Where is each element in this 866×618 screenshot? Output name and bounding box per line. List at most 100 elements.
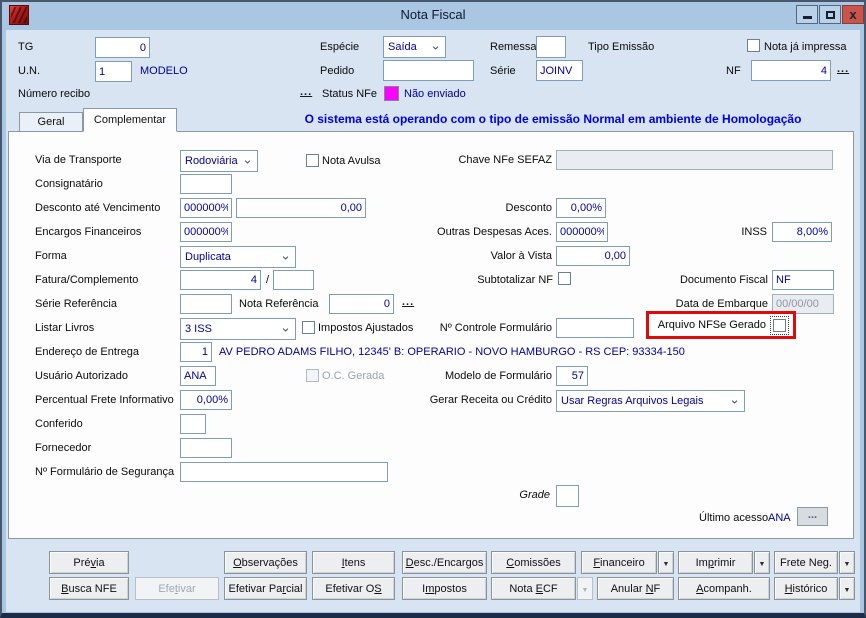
tg-label: TG <box>18 41 33 53</box>
nota-ja-impressa-checkbox[interactable] <box>747 39 760 52</box>
desconto-field[interactable] <box>556 198 606 218</box>
percentual-frete-field[interactable] <box>180 390 232 410</box>
busca-nfe-button[interactable]: Busca NFE <box>49 577 129 600</box>
valor-vista-field[interactable] <box>556 246 630 266</box>
chevron-down-icon: ⌄ <box>729 392 740 408</box>
forma-dropdown[interactable]: Duplicata ⌄ <box>180 246 296 268</box>
status-nfe-label: Status NFe <box>322 88 377 100</box>
frete-neg-dropdown-arrow[interactable]: ▼ <box>839 551 855 574</box>
impostos-ajustados-label: Impostos Ajustados <box>318 322 413 334</box>
nota-avulsa-label: Nota Avulsa <box>322 155 381 167</box>
consignatario-field[interactable] <box>180 174 232 194</box>
nf-field[interactable] <box>751 60 831 81</box>
inss-label: INSS <box>735 226 767 238</box>
conferido-field[interactable] <box>180 414 206 434</box>
especie-value: Saída <box>388 41 417 53</box>
desc-encargos-button[interactable]: Desc./Encargos <box>402 551 487 574</box>
subtotalizar-checkbox[interactable] <box>558 272 571 285</box>
inss-field[interactable] <box>772 222 832 242</box>
usuario-autorizado-field[interactable] <box>180 366 216 386</box>
arquivo-nfse-checkbox[interactable] <box>773 319 786 332</box>
especie-dropdown[interactable]: Saída ⌄ <box>383 36 446 58</box>
chevron-down-icon: ⌄ <box>280 320 291 336</box>
numero-recibo-lookup-link[interactable]: ... <box>300 87 312 98</box>
imprimir-button[interactable]: Imprimir <box>678 551 753 574</box>
modelo-formulario-field[interactable] <box>556 366 588 386</box>
formulario-seguranca-label: Nº Formulário de Segurança <box>35 466 174 478</box>
listar-livros-dropdown[interactable]: 3 ISS ⌄ <box>180 318 296 340</box>
endereco-numero-field[interactable] <box>180 342 212 362</box>
consignatario-label: Consignatário <box>35 178 103 190</box>
anular-nf-button[interactable]: Anular NF <box>597 577 674 600</box>
nota-avulsa-checkbox[interactable] <box>306 154 319 167</box>
tipo-emissao-label: Tipo Emissão <box>588 41 654 53</box>
tg-field[interactable] <box>95 37 150 58</box>
controle-formulario-label: Nº Controle Formulário <box>430 322 552 334</box>
nota-referencia-field[interactable] <box>329 294 394 314</box>
imprimir-dropdown-arrow[interactable]: ▼ <box>754 551 770 574</box>
especie-label: Espécie <box>320 41 359 53</box>
desconto-vencimento-valor-field[interactable] <box>236 198 366 218</box>
previa-button[interactable]: Prévia <box>49 551 129 574</box>
outras-despesas-field[interactable] <box>556 222 608 242</box>
listar-livros-label: Listar Livros <box>35 322 94 334</box>
historico-dropdown-arrow[interactable]: ▼ <box>839 577 855 600</box>
usuario-autorizado-label: Usuário Autorizado <box>35 370 128 382</box>
nota-referencia-label: Nota Referência <box>239 298 319 310</box>
remessa-field[interactable] <box>536 36 566 58</box>
status-nfe-value: Não enviado <box>404 88 466 100</box>
forma-label: Forma <box>35 250 67 262</box>
itens-button[interactable]: Itens <box>312 551 395 574</box>
ultimo-acesso-lookup-button[interactable]: ... <box>797 507 828 526</box>
tab-geral[interactable]: Geral <box>19 112 83 132</box>
historico-button[interactable]: Histórico <box>774 577 838 600</box>
arquivo-nfse-label: Arquivo NFSe Gerado <box>658 319 766 331</box>
nota-referencia-lookup-link[interactable]: ... <box>402 297 414 308</box>
financeiro-button[interactable]: Financeiro <box>581 551 657 574</box>
remessa-label: Remessa <box>490 41 536 53</box>
titlebar: Nota Fiscal x <box>0 0 866 30</box>
close-button[interactable]: x <box>842 5 864 24</box>
fatura-field[interactable] <box>180 270 261 290</box>
un-field[interactable] <box>95 61 132 82</box>
comissoes-button[interactable]: Comissões <box>491 551 576 574</box>
acompanh-button[interactable]: Acompanh. <box>678 577 770 600</box>
minimize-button[interactable] <box>796 5 818 24</box>
nota-fiscal-window: Nota Fiscal x TG Espécie Saída ⌄ Remessa… <box>0 0 866 618</box>
nf-lookup-link[interactable]: ... <box>837 64 849 75</box>
modelo-formulario-label: Modelo de Formulário <box>430 370 552 382</box>
percentual-frete-label: Percentual Frete Informativo <box>35 394 174 406</box>
frete-neg-button[interactable]: Frete Neg. <box>774 551 838 574</box>
nota-ecf-button[interactable]: Nota ECF <box>491 577 576 600</box>
via-transporte-dropdown[interactable]: Rodoviária ⌄ <box>180 150 258 172</box>
oc-gerada-label: O.C. Gerada <box>322 370 384 382</box>
complemento-field[interactable] <box>273 270 314 290</box>
serie-referencia-field[interactable] <box>180 294 232 314</box>
impostos-ajustados-checkbox[interactable] <box>302 321 315 334</box>
serie-referencia-label: Série Referência <box>35 298 117 310</box>
efetivar-parcial-button[interactable]: Efetivar Parcial <box>224 577 307 600</box>
controle-formulario-field[interactable] <box>556 318 634 338</box>
maximize-button[interactable] <box>819 5 841 24</box>
gerar-receita-dropdown[interactable]: Usar Regras Arquivos Legais ⌄ <box>556 390 745 412</box>
serie-label: Série <box>490 65 516 77</box>
desconto-label: Desconto <box>440 202 552 214</box>
desconto-vencimento-pct-field[interactable] <box>180 198 232 218</box>
pedido-field[interactable] <box>383 60 474 81</box>
fornecedor-field[interactable] <box>180 438 232 458</box>
impostos-button[interactable]: Impostos <box>402 577 487 600</box>
chave-nfe-field <box>556 150 833 170</box>
encargos-financeiros-field[interactable] <box>180 222 232 242</box>
financeiro-dropdown-arrow[interactable]: ▼ <box>658 551 674 574</box>
tab-complementar[interactable]: Complementar <box>83 108 177 132</box>
grade-label: Grade <box>505 489 550 501</box>
environment-banner: O sistema está operando com o tipo de em… <box>250 112 856 126</box>
via-transporte-value: Rodoviária <box>185 155 238 167</box>
observacoes-button[interactable]: Observações <box>224 551 307 574</box>
serie-field[interactable] <box>536 60 583 81</box>
un-label: U.N. <box>18 65 40 77</box>
grade-field[interactable] <box>556 485 579 507</box>
formulario-seguranca-field[interactable] <box>180 462 388 482</box>
documento-fiscal-field[interactable] <box>772 270 834 290</box>
efetivar-os-button[interactable]: Efetivar OS <box>312 577 395 600</box>
